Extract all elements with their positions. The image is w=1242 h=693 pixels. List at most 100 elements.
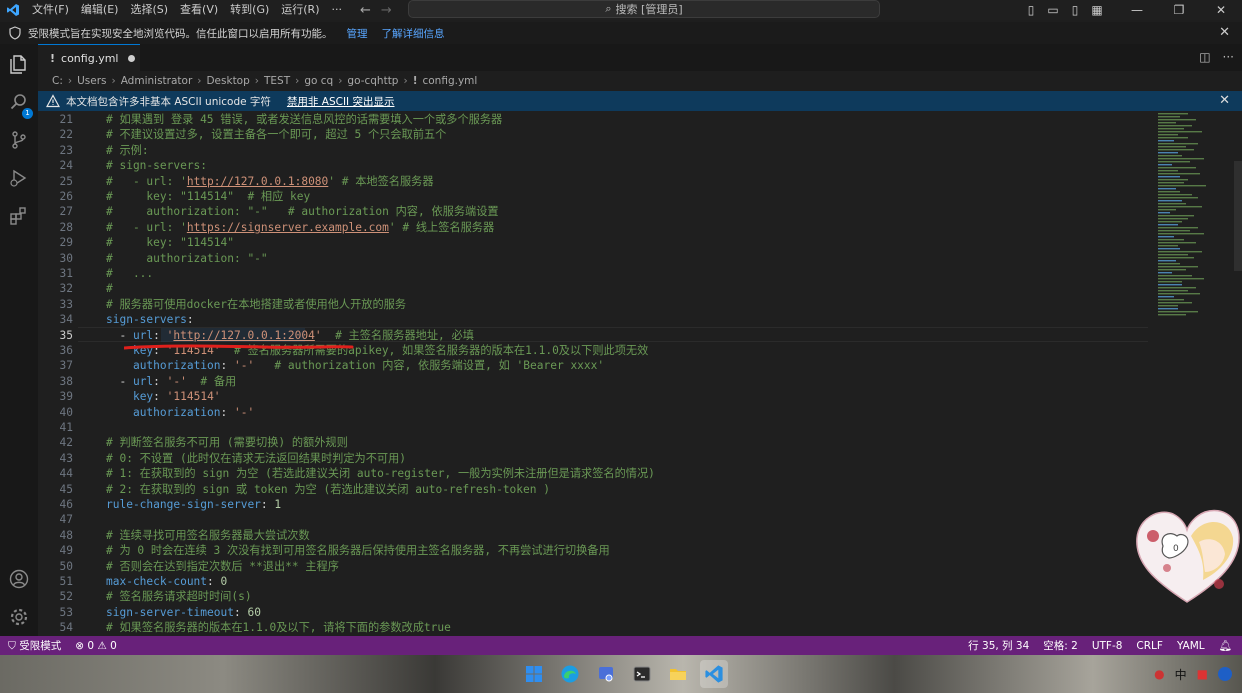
code-line[interactable]: 34 sign-servers: — [38, 312, 1148, 327]
vscode-taskbar-icon[interactable] — [700, 660, 728, 688]
close-window-icon[interactable]: ✕ — [1200, 3, 1242, 17]
file-explorer-icon[interactable] — [664, 660, 692, 688]
code-line[interactable]: 47 — [38, 512, 1148, 527]
code-line[interactable]: 35 - url: 'http://127.0.0.1:2004' # 主签名服… — [38, 328, 1148, 343]
code-line[interactable]: 30 # authorization: "-" — [38, 251, 1148, 266]
code-line[interactable]: 53 sign-server-timeout: 60 — [38, 605, 1148, 620]
code-line[interactable]: 51 max-check-count: 0 — [38, 574, 1148, 589]
code-line[interactable]: 44 # 1: 在获取到的 sign 为空 (若选此建议关闭 auto-regis… — [38, 466, 1148, 481]
edge-browser-icon[interactable] — [556, 660, 584, 688]
toggle-secondary-sidebar-icon[interactable]: ▯ — [1064, 3, 1086, 17]
tab-config-yml[interactable]: ! config.yml — [38, 44, 140, 71]
breadcrumb-item[interactable]: Desktop — [206, 75, 249, 87]
code-line[interactable]: 25 # - url: 'http://127.0.0.1:8080' # 本地签… — [38, 174, 1148, 189]
menu-more[interactable]: ··· — [326, 0, 349, 20]
restricted-mode-status[interactable]: ⛉ 受限模式 — [8, 638, 61, 653]
command-center-search[interactable]: ⌕ 搜索 [管理员] — [408, 0, 880, 18]
toggle-primary-sidebar-icon[interactable]: ▯ — [1020, 3, 1042, 17]
code-line[interactable]: 40 authorization: '-' — [38, 405, 1148, 420]
code-line[interactable]: 41 — [38, 420, 1148, 435]
code-line[interactable]: 33 # 服务器可使用docker在本地搭建或者使用他人开放的服务 — [38, 297, 1148, 312]
problems-status[interactable]: ⊗ 0 ⚠ 0 — [75, 640, 117, 652]
encoding[interactable]: UTF-8 — [1092, 640, 1123, 652]
breadcrumb-item[interactable]: config.yml — [422, 75, 477, 87]
source-control-icon[interactable] — [8, 129, 30, 151]
settings-gear-icon[interactable] — [8, 606, 30, 628]
forward-arrow-icon[interactable]: → — [381, 3, 392, 18]
menu-view[interactable]: 查看(V) — [174, 0, 224, 20]
manage-link[interactable]: 管理 — [347, 26, 368, 41]
end-of-line[interactable]: CRLF — [1136, 640, 1163, 652]
code-line[interactable]: 26 # key: "114514" # 相应 key — [38, 189, 1148, 204]
code-line[interactable]: 29 # key: "114514" — [38, 235, 1148, 250]
code-token: 1 — [274, 498, 282, 511]
code-line[interactable]: 37 authorization: '-' # authorization 内容… — [38, 358, 1148, 373]
breadcrumb-item[interactable]: Administrator — [121, 75, 193, 87]
code-line[interactable]: 43 # 0: 不设置 (此时仅在请求无法返回结果时判定为不可用) — [38, 451, 1148, 466]
code-line[interactable]: 24 # sign-servers: — [38, 158, 1148, 173]
menu-run[interactable]: 运行(R) — [275, 0, 325, 20]
tray-notification-icon[interactable] — [1218, 667, 1232, 681]
close-unicode-banner-icon[interactable]: ✕ — [1219, 93, 1230, 108]
code-line[interactable]: 49 # 为 0 时会在连续 3 次没有找到可用签名服务器后保持使用主签名服务器,… — [38, 543, 1148, 558]
start-windows-icon[interactable] — [520, 660, 548, 688]
close-banner-icon[interactable]: ✕ — [1219, 25, 1230, 40]
account-icon[interactable] — [8, 568, 30, 590]
code-line[interactable]: 38 - url: '-' # 备用 — [38, 374, 1148, 389]
breadcrumb-item[interactable]: C: — [52, 75, 63, 87]
code-line[interactable]: 28 # - url: 'https://signserver.example.c… — [38, 220, 1148, 235]
code-line[interactable]: 39 key: '114514' — [38, 389, 1148, 404]
tray-antivirus-icon[interactable]: ■ — [1197, 667, 1208, 681]
split-editor-icon[interactable]: ◫ — [1199, 50, 1210, 64]
language-mode[interactable]: YAML — [1177, 640, 1205, 652]
breadcrumb-item[interactable]: TEST — [264, 75, 290, 87]
notifications-bell-icon[interactable]: 🔔︎ — [1219, 639, 1232, 652]
code-line[interactable]: 27 # authorization: "-" # authorization 内… — [38, 204, 1148, 219]
ime-indicator[interactable]: 中 — [1175, 666, 1187, 683]
menu-file[interactable]: 文件(F) — [26, 0, 75, 20]
code-line[interactable]: 54 # 如果签名服务器的版本在1.1.0及以下, 请将下面的参数改成true — [38, 620, 1148, 635]
code-line[interactable]: 48 # 连续寻找可用签名服务器最大尝试次数 — [38, 528, 1148, 543]
code-line[interactable]: 21 # 如果遇到 登录 45 错误, 或者发送信息风控的话需要填入一个或多个服务… — [38, 112, 1148, 127]
indentation[interactable]: 空格: 2 — [1043, 638, 1078, 653]
breadcrumb-item[interactable]: go-cqhttp — [347, 75, 398, 87]
code-line[interactable]: 52 # 签名服务请求超时时间(s) — [38, 589, 1148, 604]
customize-layout-icon[interactable]: ▦ — [1086, 3, 1108, 17]
learn-more-link[interactable]: 了解详细信息 — [382, 26, 445, 41]
run-debug-icon[interactable] — [8, 167, 30, 189]
snipping-tool-icon[interactable] — [592, 660, 620, 688]
system-tray: ● 中 ■ — [1154, 661, 1232, 687]
code-line[interactable]: 32 # — [38, 281, 1148, 296]
line-number: 43 — [59, 451, 73, 465]
code-token: rule-change-sign-server — [106, 498, 261, 511]
menu-selection[interactable]: 选择(S) — [124, 0, 174, 20]
restore-icon[interactable]: ❐ — [1158, 3, 1200, 17]
code-line[interactable]: 50 # 否则会在达到指定次数后 **退出** 主程序 — [38, 559, 1148, 574]
back-arrow-icon[interactable]: ← — [360, 3, 371, 18]
tray-app-icon[interactable]: ● — [1154, 667, 1164, 681]
more-actions-icon[interactable]: ··· — [1223, 50, 1234, 64]
code-line[interactable]: 23 # 示例: — [38, 143, 1148, 158]
vertical-scrollbar[interactable] — [1234, 161, 1242, 271]
terminal-icon[interactable] — [628, 660, 656, 688]
disable-ascii-highlight-link[interactable]: 禁用非 ASCII 突出显示 — [287, 94, 395, 109]
breadcrumb-item[interactable]: go cq — [304, 75, 333, 87]
code-line[interactable]: 22 # 不建议设置过多, 设置主备各一个即可, 超过 5 个只会取前五个 — [38, 127, 1148, 142]
explorer-icon[interactable] — [8, 53, 30, 75]
code-line[interactable]: 42 # 判断签名服务不可用 (需要切换) 的额外规则 — [38, 435, 1148, 450]
code-editor[interactable]: 21 # 如果遇到 登录 45 错误, 或者发送信息风控的话需要填入一个或多个服务… — [38, 111, 1242, 636]
extensions-icon[interactable] — [8, 205, 30, 227]
search-icon[interactable] — [8, 91, 30, 113]
minimap[interactable] — [1156, 111, 1232, 321]
minimize-icon[interactable]: — — [1116, 3, 1158, 17]
code-line[interactable]: 45 # 2: 在获取到的 sign 或 token 为空 (若选此建议关闭 au… — [38, 482, 1148, 497]
activity-bar: 1 — [0, 44, 38, 636]
code-line[interactable]: 46 rule-change-sign-server: 1 — [38, 497, 1148, 512]
unsaved-dot-icon[interactable] — [128, 54, 136, 62]
breadcrumb-item[interactable]: Users — [77, 75, 106, 87]
toggle-panel-icon[interactable]: ▭ — [1042, 3, 1064, 17]
menu-edit[interactable]: 编辑(E) — [75, 0, 125, 20]
menu-go[interactable]: 转到(G) — [224, 0, 275, 20]
code-line[interactable]: 31 # ... — [38, 266, 1148, 281]
cursor-position[interactable]: 行 35, 列 34 — [968, 638, 1029, 653]
